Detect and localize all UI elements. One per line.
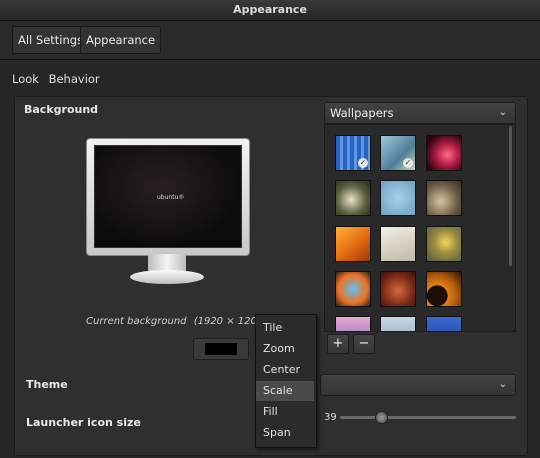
chevron-down-icon: ⌄ (498, 379, 507, 390)
wallpaper-grid: ✓ ✓ (324, 124, 516, 332)
launcher-icon-size-label: Launcher icon size (26, 416, 141, 429)
breadcrumb-all-settings[interactable]: All Settings (12, 26, 90, 54)
menu-item-scale[interactable]: Scale (256, 381, 314, 401)
wallpaper-thumb-pink-spiral[interactable] (426, 135, 462, 171)
slider-handle[interactable] (375, 411, 388, 424)
background-color-button[interactable] (193, 338, 249, 360)
selected-check-icon: ✓ (403, 158, 413, 168)
wallpaper-thumb-birds-sky[interactable] (380, 180, 416, 216)
background-label: Background (24, 103, 99, 116)
tab-behavior[interactable]: Behavior (49, 72, 100, 86)
tab-bar: Look Behavior (12, 72, 106, 86)
theme-label: Theme (26, 378, 68, 391)
wallpaper-thumb-paper-scraps[interactable] (380, 226, 416, 262)
monitor-frame: ubuntu® (86, 138, 250, 256)
wallpaper-scrollbar[interactable] (509, 126, 512, 266)
wallpaper-thumb-yellow-flower[interactable] (426, 226, 462, 262)
wallpaper-thumb-white-flowers[interactable] (335, 180, 371, 216)
window-titlebar: Appearance (0, 0, 540, 21)
wallpaper-source-dropdown[interactable]: Wallpapers ⌄ (324, 102, 516, 124)
launcher-icon-size-slider[interactable] (340, 416, 516, 419)
wallpaper-thumb-orange-leaf[interactable] (335, 226, 371, 262)
wallpaper-thumb-row5-1[interactable] (335, 316, 371, 331)
monitor-base (130, 270, 204, 284)
wallpaper-thumb-tree-blue[interactable]: ✓ (380, 135, 416, 171)
wallpaper-thumb-cartoon[interactable] (335, 271, 371, 307)
remove-wallpaper-button[interactable]: − (353, 334, 375, 354)
placement-menu: Tile Zoom Center Scale Fill Span (255, 314, 317, 448)
current-background-label: Current background (86, 316, 187, 327)
wallpaper-thumb-sepia-flowers[interactable] (426, 180, 462, 216)
toolbar: All Settings Appearance (0, 21, 540, 60)
menu-item-zoom[interactable]: Zoom (256, 339, 314, 359)
wallpaper-thumb-row5-3[interactable] (426, 316, 462, 331)
wallpaper-thumb-blue-stripes[interactable]: ✓ (335, 135, 371, 171)
menu-item-center[interactable]: Center (256, 360, 314, 380)
menu-item-tile[interactable]: Tile (256, 318, 314, 338)
launcher-icon-size-value: 39 (324, 412, 337, 423)
wallpaper-thumb-orange-swirl[interactable] (426, 271, 462, 307)
breadcrumb-appearance[interactable]: Appearance (80, 26, 162, 54)
selected-check-icon: ✓ (358, 158, 368, 168)
theme-dropdown[interactable]: ⌄ (320, 374, 516, 396)
add-wallpaper-button[interactable]: + (327, 334, 349, 354)
color-swatch (205, 343, 237, 355)
wallpaper-thumb-row5-2[interactable] (380, 316, 416, 331)
wallpaper-source-value: Wallpapers (330, 106, 394, 120)
menu-item-fill[interactable]: Fill (256, 402, 314, 422)
current-background-caption: Current background (1920 × 1200) (86, 316, 267, 327)
menu-item-span[interactable]: Span (256, 423, 314, 443)
wallpaper-thumb-red-bird[interactable] (380, 271, 416, 307)
chevron-down-icon: ⌄ (498, 107, 507, 118)
background-preview: ubuntu® (86, 138, 250, 286)
monitor-screen: ubuntu® (94, 145, 242, 248)
ubuntu-logo-text: ubuntu® (157, 194, 185, 201)
window-title: Appearance (233, 3, 307, 16)
tab-look[interactable]: Look (12, 72, 39, 86)
